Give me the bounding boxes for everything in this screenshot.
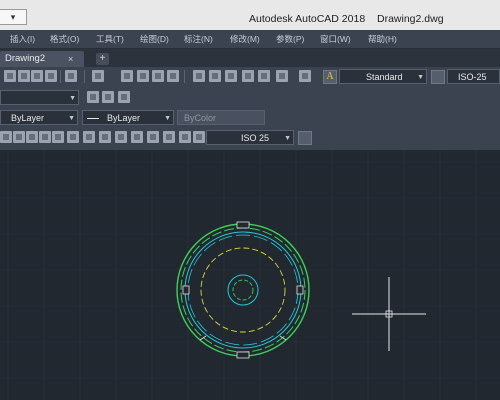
menu-bar: 插入(I) 格式(O) 工具(T) 绘图(D) 标注(N) 修改(M) 参数(P… — [0, 30, 500, 49]
zoom-icon[interactable] — [137, 70, 149, 82]
bottom-notch — [236, 351, 250, 359]
dimension-edit-icon[interactable] — [179, 131, 191, 143]
close-icon[interactable]: × — [68, 51, 73, 67]
crosshair-cursor — [352, 277, 426, 351]
cyan-ring — [184, 231, 302, 349]
help-icon[interactable] — [299, 70, 311, 82]
new-file-icon[interactable] — [4, 70, 16, 82]
plot-style-value: ByColor — [184, 113, 217, 123]
baseline-dimension-icon[interactable] — [131, 131, 143, 143]
dimension-style-value-2: ISO 25 — [241, 133, 270, 143]
dimension-style-icon[interactable] — [431, 70, 445, 84]
menu-draw[interactable]: 绘图(D) — [140, 30, 169, 48]
center-mark-icon[interactable] — [99, 131, 111, 143]
plot-style-select: ByColor — [177, 110, 265, 125]
diameter-dimension-icon[interactable] — [83, 131, 95, 143]
toolbar-area: A Standard ▼ ISO-25 ▼ ByLayer ▼ ByLayer … — [0, 67, 500, 150]
redo-icon[interactable] — [92, 70, 104, 82]
sheet-set-icon[interactable] — [242, 70, 254, 82]
top-notch — [236, 221, 250, 229]
document-tab-bar: Drawing2 × + — [0, 49, 500, 67]
zoom-previous-icon[interactable] — [167, 70, 179, 82]
line-sample — [87, 118, 99, 119]
save-icon[interactable] — [31, 70, 43, 82]
design-center-icon[interactable] — [209, 70, 221, 82]
inner-circle-inner — [232, 279, 254, 301]
tab-drawing2[interactable]: Drawing2 × — [0, 51, 84, 67]
text-style-value: Standard — [366, 72, 403, 82]
calculator-icon[interactable] — [276, 70, 288, 82]
properties-icon[interactable] — [193, 70, 205, 82]
jogged-dimension-icon[interactable] — [67, 131, 79, 143]
drawing-canvas[interactable] — [0, 150, 500, 400]
open-icon[interactable] — [18, 70, 30, 82]
tool-palettes-icon[interactable] — [225, 70, 237, 82]
dimension-style-manager-icon[interactable] — [298, 131, 312, 145]
menu-help[interactable]: 帮助(H) — [368, 30, 397, 48]
menu-parameter[interactable]: 参数(P) — [276, 30, 304, 48]
quick-dimension-icon[interactable] — [115, 131, 127, 143]
grid — [0, 150, 500, 400]
cyan-ring-dashed — [187, 234, 299, 346]
linear-dimension-icon[interactable] — [0, 131, 12, 143]
toolbar-separator — [60, 70, 61, 83]
layer-icon[interactable] — [87, 91, 99, 103]
new-tab-button[interactable]: + — [96, 53, 109, 65]
toolbar-separator — [184, 70, 185, 83]
tolerance-icon[interactable] — [163, 131, 175, 143]
right-notch — [296, 285, 304, 295]
menu-window[interactable]: 窗口(W) — [320, 30, 351, 48]
undo-icon[interactable] — [65, 70, 77, 82]
chevron-down-icon: ▼ — [417, 74, 424, 81]
menu-dimension[interactable]: 标注(N) — [184, 30, 213, 48]
properties-toolbar: ByLayer ▼ ByLayer ▼ ByColor — [0, 108, 500, 128]
standard-toolbar: A Standard ▼ ISO-25 — [0, 67, 500, 87]
markup-icon[interactable] — [258, 70, 270, 82]
menu-tools[interactable]: 工具(T) — [96, 30, 124, 48]
yellow-dashed-circle — [200, 247, 286, 333]
layer-previous-icon[interactable] — [102, 91, 114, 103]
drawing-svg — [0, 150, 500, 400]
dimension-style-select[interactable]: ISO-25 — [447, 69, 500, 84]
file-name: Drawing2.dwg — [377, 13, 444, 25]
chevron-down-icon: ▼ — [284, 135, 291, 142]
ordinate-dimension-icon[interactable] — [39, 131, 51, 143]
toolbar-separator — [84, 70, 85, 83]
chevron-down-icon: ▼ — [69, 95, 76, 102]
linetype-select[interactable]: ByLayer ▼ — [0, 110, 78, 125]
menu-modify[interactable]: 修改(M) — [230, 30, 260, 48]
outer-ring — [176, 223, 310, 357]
lineweight-value: ByLayer — [107, 113, 141, 123]
quick-access-dropdown[interactable]: ▾ — [0, 9, 27, 25]
text-style-icon[interactable]: A — [323, 70, 337, 84]
continue-dimension-icon[interactable] — [147, 131, 159, 143]
left-notch — [182, 285, 190, 295]
radius-dimension-icon[interactable] — [52, 131, 64, 143]
arc-length-icon[interactable] — [26, 131, 38, 143]
chevron-down-icon: ▼ — [164, 115, 171, 122]
lineweight-select[interactable]: ByLayer ▼ — [82, 110, 174, 125]
title-bar: ▾ Autodesk AutoCAD 2018 Drawing2.dwg — [0, 0, 500, 30]
outer-ring-inner — [180, 227, 306, 353]
dimension-style-select-2[interactable]: ISO 25 ▼ — [206, 130, 294, 145]
tab-label: Drawing2 — [5, 53, 46, 64]
text-style-select[interactable]: Standard ▼ — [339, 69, 427, 84]
inner-circle-outer — [227, 274, 259, 306]
app-name: Autodesk AutoCAD 2018 — [249, 13, 366, 25]
layer-select[interactable]: ▼ — [0, 90, 79, 105]
dimension-toolbar: ISO 25 ▼ — [0, 128, 500, 148]
circular-part-drawing — [176, 221, 310, 359]
menu-format[interactable]: 格式(O) — [50, 30, 79, 48]
dimension-style-value: ISO-25 — [458, 72, 487, 82]
layer-toolbar: ▼ — [0, 88, 500, 108]
pan-icon[interactable] — [121, 70, 133, 82]
zoom-window-icon[interactable] — [152, 70, 164, 82]
plot-icon[interactable] — [45, 70, 57, 82]
layer-state-icon[interactable] — [118, 91, 130, 103]
linetype-value: ByLayer — [11, 113, 45, 123]
aligned-dimension-icon[interactable] — [13, 131, 25, 143]
dimension-update-icon[interactable] — [193, 131, 205, 143]
chevron-down-icon: ▼ — [68, 115, 75, 122]
menu-insert[interactable]: 插入(I) — [10, 30, 35, 48]
